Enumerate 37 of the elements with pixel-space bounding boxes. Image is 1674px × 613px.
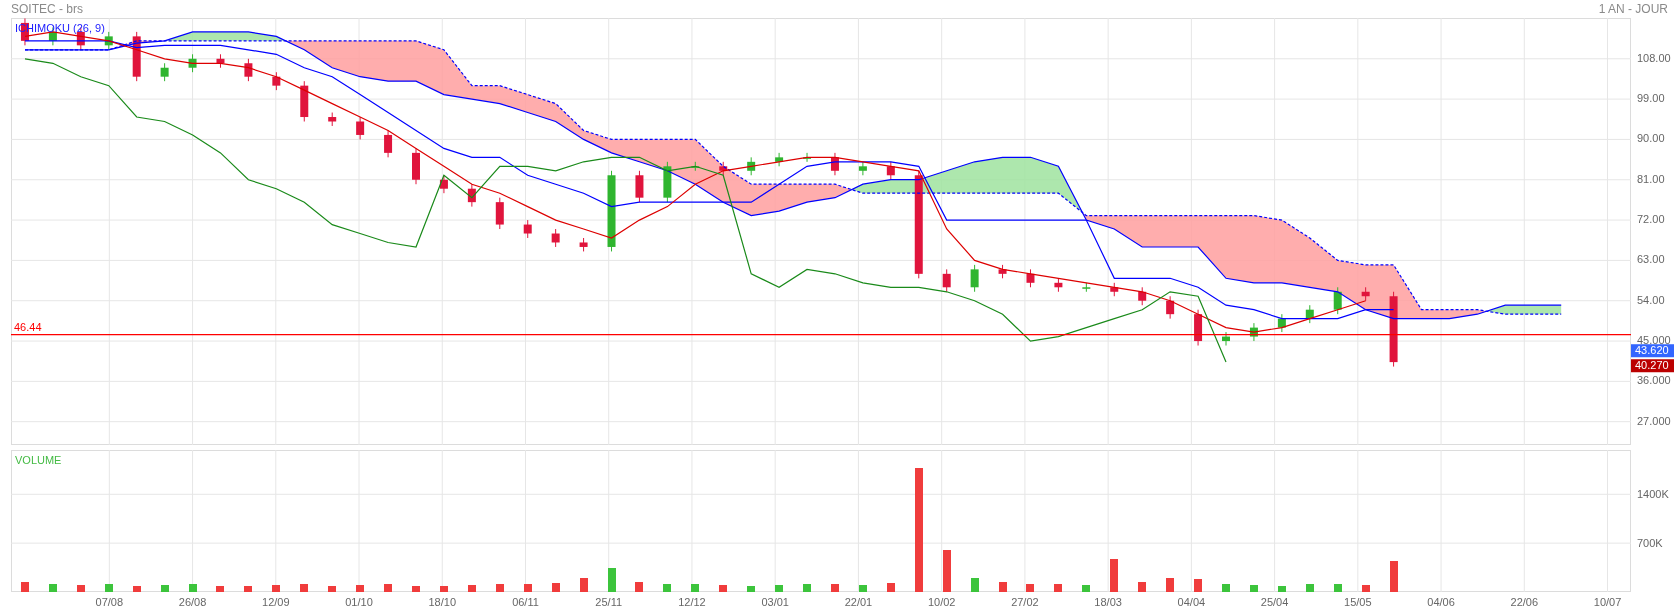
- axis-label: 81.00: [1637, 172, 1665, 185]
- chart-title: SOITEC - brs: [11, 2, 83, 16]
- date-label: 04/04: [1177, 596, 1206, 608]
- axis-label: 90.00: [1637, 132, 1665, 145]
- date-label: 27/02: [1011, 596, 1039, 608]
- price-tag: 43.620: [1631, 344, 1674, 358]
- date-label: 06/11: [512, 596, 539, 608]
- date-label: 25/04: [1260, 596, 1289, 608]
- date-label: 18/10: [428, 596, 456, 608]
- date-label: 15/05: [1344, 596, 1372, 608]
- date-label: 26/08: [178, 596, 207, 608]
- date-label: 04/06: [1427, 596, 1455, 608]
- date-label: 25/11: [595, 596, 623, 608]
- axis-label: 99.00: [1637, 92, 1665, 105]
- reference-value: 46.44: [14, 320, 42, 333]
- period-label: 1 AN - JOUR: [1598, 2, 1668, 16]
- price-tag: 40.270: [1631, 359, 1674, 373]
- axis-label: 54.00: [1637, 293, 1665, 306]
- axis-label: 27.000: [1637, 414, 1671, 427]
- date-label: 07/08: [95, 596, 124, 608]
- date-label: 22/01: [844, 596, 873, 608]
- date-label: 10/02: [927, 596, 956, 608]
- date-label: 18/03: [1094, 596, 1122, 608]
- date-label: 10/07: [1593, 596, 1622, 608]
- date-label: 01/10: [345, 596, 373, 608]
- axis-label: 1400K: [1637, 488, 1669, 501]
- axis-label: 45.000: [1637, 334, 1671, 347]
- volume-label: VOLUME: [15, 454, 62, 466]
- date-label: 03/01: [761, 596, 789, 608]
- date-label: 12/09: [262, 596, 290, 608]
- date-label: 22/06: [1510, 596, 1539, 608]
- date-label: 12/12: [678, 596, 706, 608]
- axis-label: 36.000: [1637, 374, 1671, 387]
- axis-label: 700K: [1637, 537, 1663, 550]
- axis-label: 63.00: [1637, 253, 1665, 266]
- axis-label: 72.00: [1637, 213, 1665, 226]
- axis-label: 108.00: [1637, 51, 1671, 64]
